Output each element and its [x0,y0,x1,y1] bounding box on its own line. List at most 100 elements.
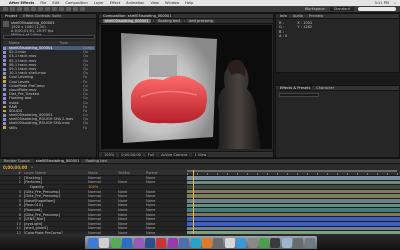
layer-trkmat[interactable]: None [118,226,146,230]
layer-mode[interactable]: Normal [88,222,118,226]
timeline-search-icon[interactable]: ⌕ [31,165,33,169]
dock-app-icon[interactable] [259,238,269,248]
dock-app-icon[interactable] [145,238,155,248]
layer-parent[interactable]: None [146,199,176,203]
dock-app-icon[interactable] [190,238,201,248]
menu-animation[interactable]: Animation [126,1,144,5]
menu-composition[interactable]: Composition [65,1,87,5]
hand-tool-icon[interactable] [10,7,15,11]
selection-tool-icon[interactable] [3,7,8,11]
tab-composition[interactable]: Composition: shell05isolating_000001 [101,14,174,18]
crumb-main-comp[interactable]: shell05isolating_000001 [103,19,151,23]
layer-trkmat[interactable]: None [118,217,146,221]
dock-app-icon[interactable] [247,238,258,248]
tab-character[interactable]: Character [314,86,336,90]
comp-viewer-frame[interactable] [101,25,272,149]
spotlight-icon[interactable]: ⌕ [394,1,396,5]
crumb-floating-bed[interactable]: floating bed [156,19,182,23]
dock-app-icon[interactable] [156,238,167,248]
column-type[interactable]: Type [60,41,68,45]
dock-app-icon[interactable] [88,238,98,248]
layer-parent[interactable]: None [146,213,176,217]
dock-app-icon[interactable] [281,238,292,248]
tab-preview[interactable]: Preview [307,14,325,18]
menu-help[interactable]: Help [185,1,193,5]
playhead[interactable] [193,170,194,235]
dock-app-icon[interactable] [304,238,315,248]
menu-file[interactable]: File [40,1,46,5]
project-item[interactable]: stills Fo [3,126,95,130]
menu-app[interactable]: After Effects [9,1,34,5]
timeline-timecode[interactable]: 0;00;00;00 [3,165,27,170]
dock-app-icon[interactable] [133,238,144,248]
brush-tool-icon[interactable] [59,7,64,11]
layer-parent[interactable]: None [146,194,176,198]
layer-mode[interactable]: Normal [88,203,118,207]
layer-trkmat[interactable]: None [118,203,146,207]
project-search-input[interactable] [3,35,95,39]
layer-mode[interactable]: Normal [88,180,118,184]
layer-parent[interactable]: None [146,176,176,180]
column-mode[interactable]: Mode [88,171,118,175]
dock-app-icon[interactable] [122,238,133,248]
layer-mode[interactable]: Normal [88,194,118,198]
stamp-tool-icon[interactable] [66,7,71,11]
layer-trkmat[interactable]: None [118,222,146,226]
menu-layer[interactable]: Layer [94,1,104,5]
dock-app-icon[interactable] [167,238,178,248]
camera-select[interactable]: Active Camera [159,152,190,157]
dock-app-icon[interactable] [179,238,190,248]
layer-mode[interactable]: Normal [88,176,118,180]
layer-trkmat[interactable]: None [118,190,146,194]
current-time-field[interactable]: 0;00;00;00 [119,152,143,157]
zoom-tool-icon[interactable] [17,7,22,11]
menu-effect[interactable]: Effect [110,1,120,5]
resolution-select[interactable]: Full [145,152,157,157]
layer-mode[interactable]: Normal [88,199,118,203]
dock-app-icon[interactable] [236,238,247,248]
layer-mode[interactable]: 100% [88,185,118,189]
magnification-select[interactable]: 100% [102,152,117,157]
layer-parent[interactable]: None [146,190,176,194]
layer-mode[interactable]: Normal [88,217,118,221]
work-area-bar[interactable] [187,170,397,172]
dock-app-icon[interactable] [99,238,110,248]
layer-parent[interactable]: None [146,226,176,230]
puppet-tool-icon[interactable] [80,7,85,11]
dock-app-icon[interactable] [293,238,304,248]
layer-trkmat[interactable]: None [118,199,146,203]
layer-trkmat[interactable]: None [118,180,146,184]
dock-app-icon[interactable] [213,238,224,248]
tab-effect-controls[interactable]: Effect Controls: Solid [21,14,62,18]
dock-app-icon[interactable] [202,238,212,248]
column-parent[interactable]: Parent [146,171,176,175]
dock-app-icon[interactable] [110,238,121,248]
column-name[interactable]: Name [9,41,20,45]
pan-behind-tool-icon[interactable] [38,7,43,11]
layer-parent[interactable]: None [146,208,176,212]
help-search-input[interactable] [358,7,396,11]
column-layer-name[interactable]: Layer Name [24,171,88,175]
layer-trkmat[interactable]: None [118,208,146,212]
eraser-tool-icon[interactable] [73,7,78,11]
rotate-tool-icon[interactable] [24,7,29,11]
tab-timeline-main[interactable]: shell05isolating_000001 [33,159,82,163]
effects-search-input[interactable] [279,93,319,97]
column-trkmat[interactable]: TrkMat [118,171,146,175]
pen-tool-icon[interactable] [45,7,50,11]
tab-project[interactable]: Project [3,14,20,18]
layer-mode[interactable]: Normal [88,213,118,217]
view-layout-select[interactable]: 1 View [192,152,209,157]
layer-mode[interactable]: Normal [88,190,118,194]
layer-trkmat[interactable]: None [118,194,146,198]
layer-parent[interactable]: None [146,203,176,207]
dock-app-icon[interactable] [224,238,235,248]
layer-parent[interactable]: None [146,180,176,184]
tab-effects-presets[interactable]: Effects & Presets [278,86,313,90]
layer-mode[interactable]: Normal [88,208,118,212]
tab-timeline-floating-bed[interactable]: floating bed [83,159,109,163]
menu-edit[interactable]: Edit [52,1,59,5]
workspace-select[interactable]: Standard [329,7,354,11]
layer-mode[interactable]: Normal [88,226,118,230]
layer-parent[interactable]: None [146,217,176,221]
